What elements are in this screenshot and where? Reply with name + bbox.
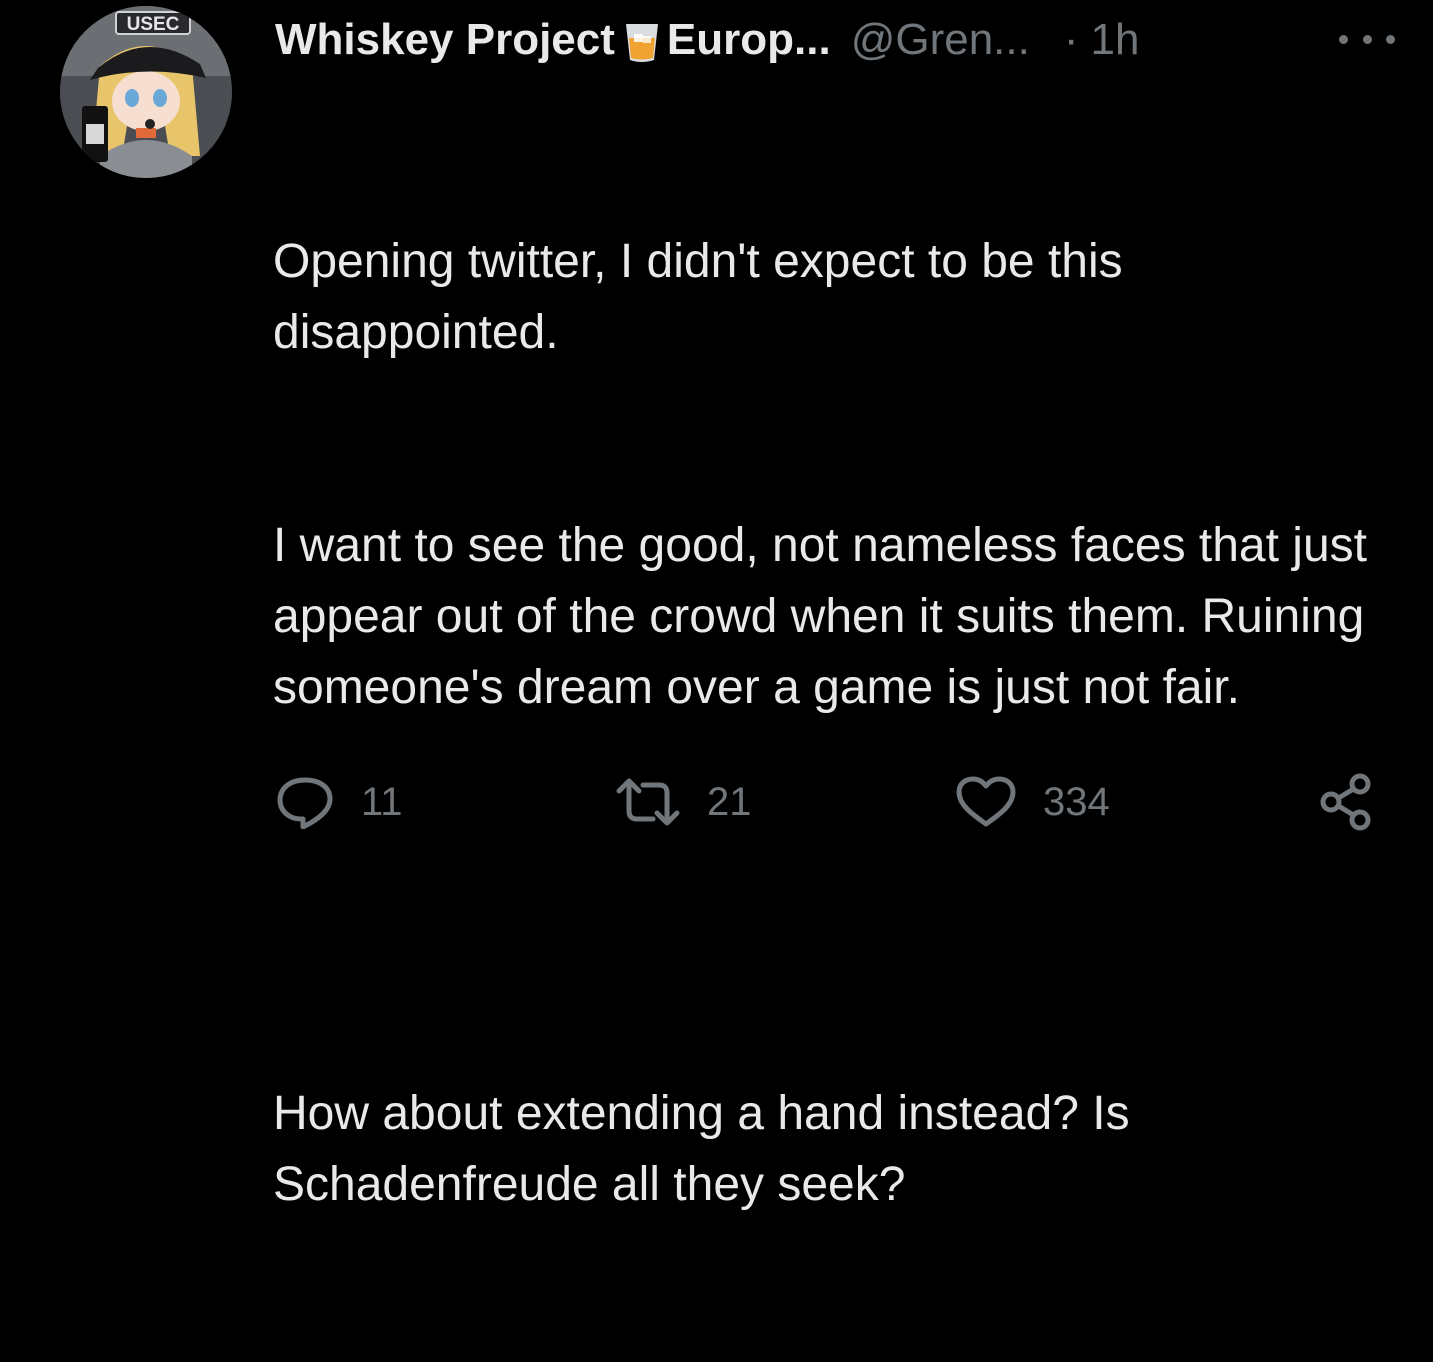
retweet-icon bbox=[615, 777, 681, 827]
tweet[interactable]: USEC Whiskey Project Europ... @Gren... ·… bbox=[0, 0, 1433, 1211]
tweet-paragraph: I want to see the good, not nameless fac… bbox=[273, 519, 1381, 714]
tweet-body: Opening twitter, I didn't expect to be t… bbox=[273, 84, 1393, 1362]
share-icon bbox=[1318, 773, 1374, 831]
tweet-actions: 11 21 334 bbox=[0, 770, 1433, 834]
reply-button[interactable]: 11 bbox=[275, 770, 403, 834]
share-button[interactable] bbox=[1318, 770, 1374, 834]
avatar-badge-text: USEC bbox=[127, 14, 180, 35]
author-handle[interactable]: @Gren... bbox=[851, 10, 1030, 70]
reply-bubble-icon bbox=[275, 775, 335, 829]
author-name-part1: Whiskey Project bbox=[275, 15, 615, 64]
reply-count: 11 bbox=[361, 779, 403, 824]
header-separator: · bbox=[1063, 15, 1079, 64]
author-name-part2: Europ... bbox=[666, 15, 831, 64]
tweet-paragraph: Opening twitter, I didn't expect to be t… bbox=[273, 235, 1136, 359]
heart-icon bbox=[955, 776, 1017, 828]
avatar[interactable]: USEC bbox=[60, 6, 232, 178]
tumbler-glass-icon bbox=[623, 20, 661, 64]
tweet-header: Whiskey Project Europ... @Gren... · 1h bbox=[275, 10, 1395, 70]
like-count: 334 bbox=[1043, 779, 1110, 824]
avatar-image: USEC bbox=[60, 6, 232, 178]
like-button[interactable]: 334 bbox=[955, 770, 1110, 834]
more-options-icon[interactable] bbox=[1339, 24, 1395, 54]
retweet-button[interactable]: 21 bbox=[615, 770, 752, 834]
tweet-paragraph: How about extending a hand instead? Is S… bbox=[273, 1087, 1143, 1211]
author-display-name[interactable]: Whiskey Project Europ... bbox=[275, 10, 831, 70]
tweet-timestamp[interactable]: 1h bbox=[1091, 10, 1140, 70]
retweet-count: 21 bbox=[707, 779, 752, 824]
